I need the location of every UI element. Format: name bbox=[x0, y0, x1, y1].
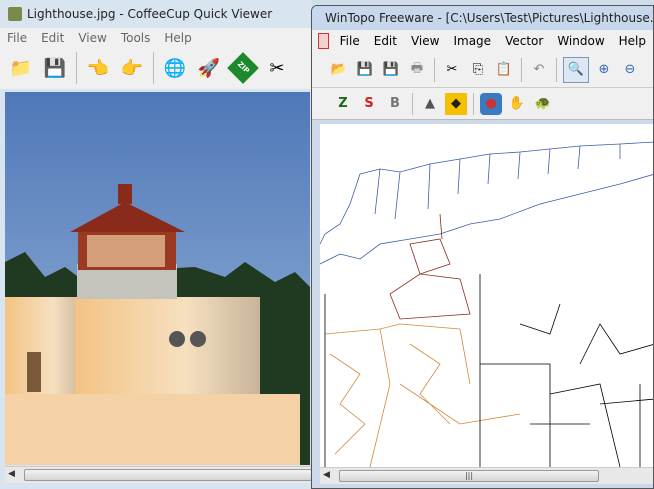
zoom-in-icon[interactable]: ⊕ bbox=[593, 59, 615, 81]
left-menu-bar: File Edit View Tools Help bbox=[0, 28, 312, 47]
right-title-bar: WinTopo Freeware - [C:\Users\Test\Pictur… bbox=[312, 6, 653, 30]
red-lantern-trace bbox=[389, 213, 471, 320]
turtle-icon[interactable]: 🐢 bbox=[532, 93, 554, 115]
paste-icon[interactable]: 📋 bbox=[493, 59, 515, 81]
undo-icon[interactable]: ↶ bbox=[528, 59, 550, 81]
right-menu-window[interactable]: Window bbox=[550, 34, 611, 48]
toolbar-separator bbox=[521, 57, 522, 82]
right-menu-bar: File Edit View Image Vector Window Help bbox=[312, 30, 653, 52]
hand-right-icon[interactable]: 👉 bbox=[118, 54, 146, 82]
left-menu-file[interactable]: File bbox=[0, 31, 34, 45]
zoom-magnifier-icon[interactable]: 🔍 bbox=[563, 56, 589, 83]
save-icon[interactable]: 💾 bbox=[354, 59, 376, 81]
floppy-disk-icon[interactable]: 💾 bbox=[41, 54, 69, 82]
zoom-out-icon[interactable]: ⊖ bbox=[619, 59, 641, 81]
right-menu-help[interactable]: Help bbox=[612, 34, 653, 48]
scissors-icon[interactable]: ✂ bbox=[263, 54, 291, 82]
colour-icon[interactable]: ● bbox=[480, 92, 502, 115]
right-toolbar-vector: Z S B ▲ ◆ ● ✋ 🐢 bbox=[312, 88, 653, 120]
orange-wall-trace bbox=[324, 323, 521, 467]
black-foreground-trace bbox=[324, 274, 653, 467]
one-touch-thinning-icon[interactable]: B bbox=[384, 93, 406, 115]
toolbar-separator bbox=[473, 92, 474, 115]
left-toolbar: 📁 💾 👈 👉 🌐 🚀 ZIP ✂ bbox=[0, 47, 312, 89]
left-title-bar: Lighthouse.jpg - CoffeeCup Quick Viewer bbox=[0, 0, 312, 28]
zhang-suen-thinning-icon[interactable]: Z bbox=[332, 93, 354, 115]
polygon-icon[interactable]: ◆ bbox=[445, 92, 467, 115]
coffeecup-window: Lighthouse.jpg - CoffeeCup Quick Viewer … bbox=[0, 0, 312, 489]
right-menu-vector[interactable]: Vector bbox=[498, 34, 550, 48]
document-icon[interactable] bbox=[318, 33, 329, 49]
save-as-icon[interactable]: 💾 bbox=[380, 59, 402, 81]
copy-icon[interactable]: ⎘ bbox=[467, 59, 489, 81]
right-horizontal-scrollbar[interactable]: ◀ ||| bbox=[320, 467, 653, 484]
right-menu-image[interactable]: Image bbox=[446, 34, 498, 48]
right-menu-edit[interactable]: Edit bbox=[367, 34, 404, 48]
left-menu-help[interactable]: Help bbox=[157, 31, 198, 45]
stentiford-thinning-icon[interactable]: S bbox=[358, 93, 380, 115]
open-folder-icon[interactable]: 📂 bbox=[328, 59, 350, 81]
right-toolbar-main: 📂 💾 💾 🖶 ✂ ⎘ 📋 ↶ 🔍 ⊕ ⊖ bbox=[312, 52, 653, 88]
right-scroll-thumb[interactable]: ||| bbox=[339, 470, 599, 482]
rocket-icon[interactable]: 🚀 bbox=[195, 54, 223, 82]
right-menu-view[interactable]: View bbox=[404, 34, 446, 48]
left-window-title: Lighthouse.jpg - CoffeeCup Quick Viewer bbox=[27, 7, 273, 21]
scroll-left-arrow-icon[interactable]: ◀ bbox=[8, 469, 15, 479]
web-email-icon[interactable]: 🌐 bbox=[161, 54, 189, 82]
toolbar-separator bbox=[76, 52, 77, 84]
left-scroll-thumb[interactable] bbox=[24, 469, 312, 481]
grayscale-icon[interactable]: ▲ bbox=[419, 93, 441, 115]
hand-tool-icon[interactable]: ✋ bbox=[506, 93, 528, 115]
scroll-left-arrow-icon[interactable]: ◀ bbox=[323, 470, 330, 480]
left-horizontal-scrollbar[interactable]: ◀ bbox=[5, 466, 312, 483]
coffeecup-app-icon bbox=[8, 7, 22, 21]
vector-trace-canvas[interactable] bbox=[320, 124, 654, 467]
cut-icon[interactable]: ✂ bbox=[441, 59, 463, 81]
folder-icon[interactable]: 📁 bbox=[7, 54, 35, 82]
left-menu-tools[interactable]: Tools bbox=[114, 31, 158, 45]
hand-left-icon[interactable]: 👈 bbox=[84, 54, 112, 82]
left-menu-edit[interactable]: Edit bbox=[34, 31, 71, 45]
blue-sky-trace bbox=[320, 141, 653, 265]
left-menu-view[interactable]: View bbox=[71, 31, 113, 45]
lighthouse-photo bbox=[5, 92, 310, 465]
zip-icon[interactable]: ZIP bbox=[227, 52, 259, 84]
right-window-title: WinTopo Freeware - [C:\Users\Test\Pictur… bbox=[325, 11, 654, 25]
toolbar-separator bbox=[556, 57, 557, 82]
wintopo-window: WinTopo Freeware - [C:\Users\Test\Pictur… bbox=[311, 5, 654, 489]
right-menu-file[interactable]: File bbox=[333, 34, 367, 48]
toolbar-separator bbox=[153, 52, 154, 84]
toolbar-separator bbox=[434, 57, 435, 82]
toolbar-separator bbox=[412, 92, 413, 115]
print-icon[interactable]: 🖶 bbox=[406, 59, 428, 81]
